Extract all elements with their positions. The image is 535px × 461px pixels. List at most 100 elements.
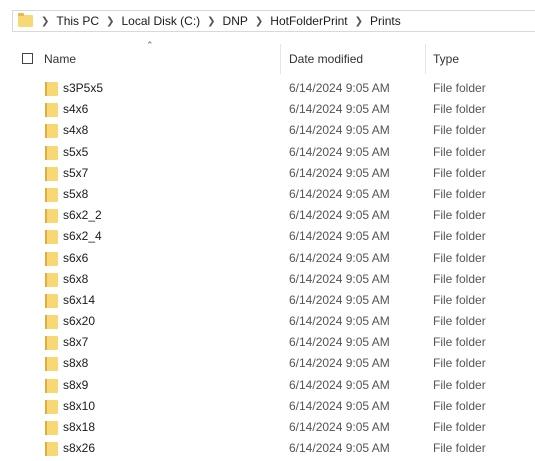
file-list: s3P5x5 6/14/2024 9:05 AM File folder s4x6 6/…: [0, 78, 535, 459]
column-divider[interactable]: [425, 44, 426, 74]
item-type: File folder: [433, 81, 486, 95]
item-name[interactable]: s6x8: [63, 272, 88, 286]
item-type: File folder: [433, 229, 486, 244]
breadcrumb-hotfolderprint[interactable]: HotFolderPrint: [270, 14, 347, 28]
item-date-modified: 6/14/2024 9:05 AM: [289, 441, 390, 456]
item-type: File folder: [433, 144, 486, 159]
item-type: File folder: [433, 250, 486, 265]
list-item[interactable]: s4x8 6/14/2024 9:05 AM File folder: [0, 120, 535, 141]
list-item[interactable]: s8x10 6/14/2024 9:05 AM File folder: [0, 396, 535, 417]
item-type: File folder: [433, 186, 486, 201]
item-date-modified: 6/14/2024 9:05 AM: [289, 229, 390, 244]
item-date-modified: 6/14/2024 9:05 AM: [289, 420, 390, 434]
item-name[interactable]: s8x8: [63, 356, 88, 370]
item-date-modified: 6/14/2024 9:05 AM: [289, 123, 390, 138]
item-type: File folder: [433, 271, 486, 286]
folder-icon: [45, 187, 58, 202]
folder-icon: [45, 421, 58, 435]
breadcrumb-local-disk[interactable]: Local Disk (C:): [121, 14, 200, 28]
item-type: File folder: [433, 356, 486, 371]
chevron-right-icon[interactable]: ❯: [41, 16, 49, 27]
column-header-type[interactable]: Type: [433, 52, 459, 66]
item-date-modified: 6/14/2024 9:05 AM: [289, 144, 390, 159]
item-name[interactable]: s5x5: [63, 145, 88, 159]
list-item[interactable]: s3P5x5 6/14/2024 9:05 AM File folder: [0, 78, 535, 99]
folder-icon: [45, 230, 58, 245]
item-name[interactable]: s8x18: [63, 420, 95, 434]
item-name[interactable]: s6x20: [63, 314, 95, 328]
item-date-modified: 6/14/2024 9:05 AM: [289, 271, 390, 286]
folder-icon: [45, 209, 58, 224]
list-item[interactable]: s5x5 6/14/2024 9:05 AM File folder: [0, 142, 535, 163]
list-item[interactable]: s8x18 6/14/2024 9:05 AM File folder: [0, 417, 535, 438]
list-item[interactable]: s6x14 6/14/2024 9:05 AM File folder: [0, 290, 535, 311]
item-date-modified: 6/14/2024 9:05 AM: [289, 356, 390, 371]
list-item[interactable]: s8x9 6/14/2024 9:05 AM File folder: [0, 375, 535, 396]
item-type: File folder: [433, 208, 486, 223]
folder-icon: [45, 336, 58, 351]
list-item[interactable]: s8x26 6/14/2024 9:05 AM File folder: [0, 438, 535, 459]
chevron-right-icon[interactable]: ❯: [207, 16, 215, 27]
item-date-modified: 6/14/2024 9:05 AM: [289, 186, 390, 201]
item-type: File folder: [433, 377, 486, 392]
folder-icon: [45, 145, 58, 160]
item-date-modified: 6/14/2024 9:05 AM: [289, 377, 390, 392]
item-name[interactable]: s8x9: [63, 378, 88, 392]
item-name[interactable]: s4x8: [63, 123, 88, 137]
column-header-name[interactable]: Name: [44, 52, 76, 66]
item-name[interactable]: s8x26: [63, 441, 95, 455]
chevron-right-icon[interactable]: ❯: [255, 16, 263, 27]
list-item[interactable]: s6x2_2 6/14/2024 9:05 AM File folder: [0, 205, 535, 226]
folder-icon: [45, 293, 58, 308]
item-name[interactable]: s6x14: [63, 293, 95, 307]
column-header-date-modified[interactable]: Date modified: [289, 52, 363, 66]
item-name[interactable]: s6x6: [63, 251, 88, 265]
breadcrumb-dnp[interactable]: DNP: [223, 14, 248, 28]
list-item[interactable]: s5x7 6/14/2024 9:05 AM File folder: [0, 163, 535, 184]
item-type: File folder: [433, 314, 486, 329]
item-date-modified: 6/14/2024 9:05 AM: [289, 81, 390, 95]
item-date-modified: 6/14/2024 9:05 AM: [289, 102, 390, 117]
folder-icon: [45, 82, 58, 96]
item-type: File folder: [433, 420, 486, 434]
item-name[interactable]: s6x2_4: [63, 229, 102, 243]
list-item[interactable]: s6x20 6/14/2024 9:05 AM File folder: [0, 311, 535, 332]
item-name[interactable]: s8x10: [63, 399, 95, 413]
list-item[interactable]: s6x6 6/14/2024 9:05 AM File folder: [0, 248, 535, 269]
list-item[interactable]: s6x8 6/14/2024 9:05 AM File folder: [0, 269, 535, 290]
sort-up-icon: ⌃: [146, 40, 154, 50]
item-name[interactable]: s8x7: [63, 335, 88, 349]
folder-icon: [18, 13, 33, 27]
folder-icon: [45, 166, 58, 181]
breadcrumb-this-pc[interactable]: This PC: [56, 14, 99, 28]
address-bar[interactable]: ❯ This PC ❯ Local Disk (C:) ❯ DNP ❯ HotF…: [12, 10, 535, 32]
item-date-modified: 6/14/2024 9:05 AM: [289, 398, 390, 413]
item-type: File folder: [433, 292, 486, 307]
folder-icon: [45, 378, 58, 393]
list-item[interactable]: s8x8 6/14/2024 9:05 AM File folder: [0, 353, 535, 374]
column-header-row: ⌃ Name Date modified Type: [0, 40, 535, 74]
file-explorer-window: ❯ This PC ❯ Local Disk (C:) ❯ DNP ❯ HotF…: [0, 0, 535, 461]
chevron-right-icon[interactable]: ❯: [106, 16, 114, 27]
item-name[interactable]: s5x7: [63, 166, 88, 180]
select-all-checkbox[interactable]: [22, 53, 33, 64]
list-item[interactable]: s8x7 6/14/2024 9:05 AM File folder: [0, 332, 535, 353]
item-name[interactable]: s5x8: [63, 187, 88, 201]
list-item[interactable]: s4x6 6/14/2024 9:05 AM File folder: [0, 99, 535, 120]
item-name[interactable]: s6x2_2: [63, 208, 102, 222]
item-date-modified: 6/14/2024 9:05 AM: [289, 314, 390, 329]
folder-icon: [45, 357, 58, 372]
folder-icon: [45, 442, 58, 457]
folder-icon: [45, 399, 58, 414]
item-name[interactable]: s4x6: [63, 102, 88, 116]
column-divider[interactable]: [280, 44, 281, 74]
item-name[interactable]: s3P5x5: [63, 81, 103, 95]
item-date-modified: 6/14/2024 9:05 AM: [289, 165, 390, 180]
list-item[interactable]: s6x2_4 6/14/2024 9:05 AM File folder: [0, 226, 535, 247]
folder-icon: [45, 272, 58, 287]
chevron-right-icon[interactable]: ❯: [355, 16, 363, 27]
breadcrumb-prints[interactable]: Prints: [370, 14, 401, 28]
item-type: File folder: [433, 123, 486, 138]
item-date-modified: 6/14/2024 9:05 AM: [289, 250, 390, 265]
list-item[interactable]: s5x8 6/14/2024 9:05 AM File folder: [0, 184, 535, 205]
